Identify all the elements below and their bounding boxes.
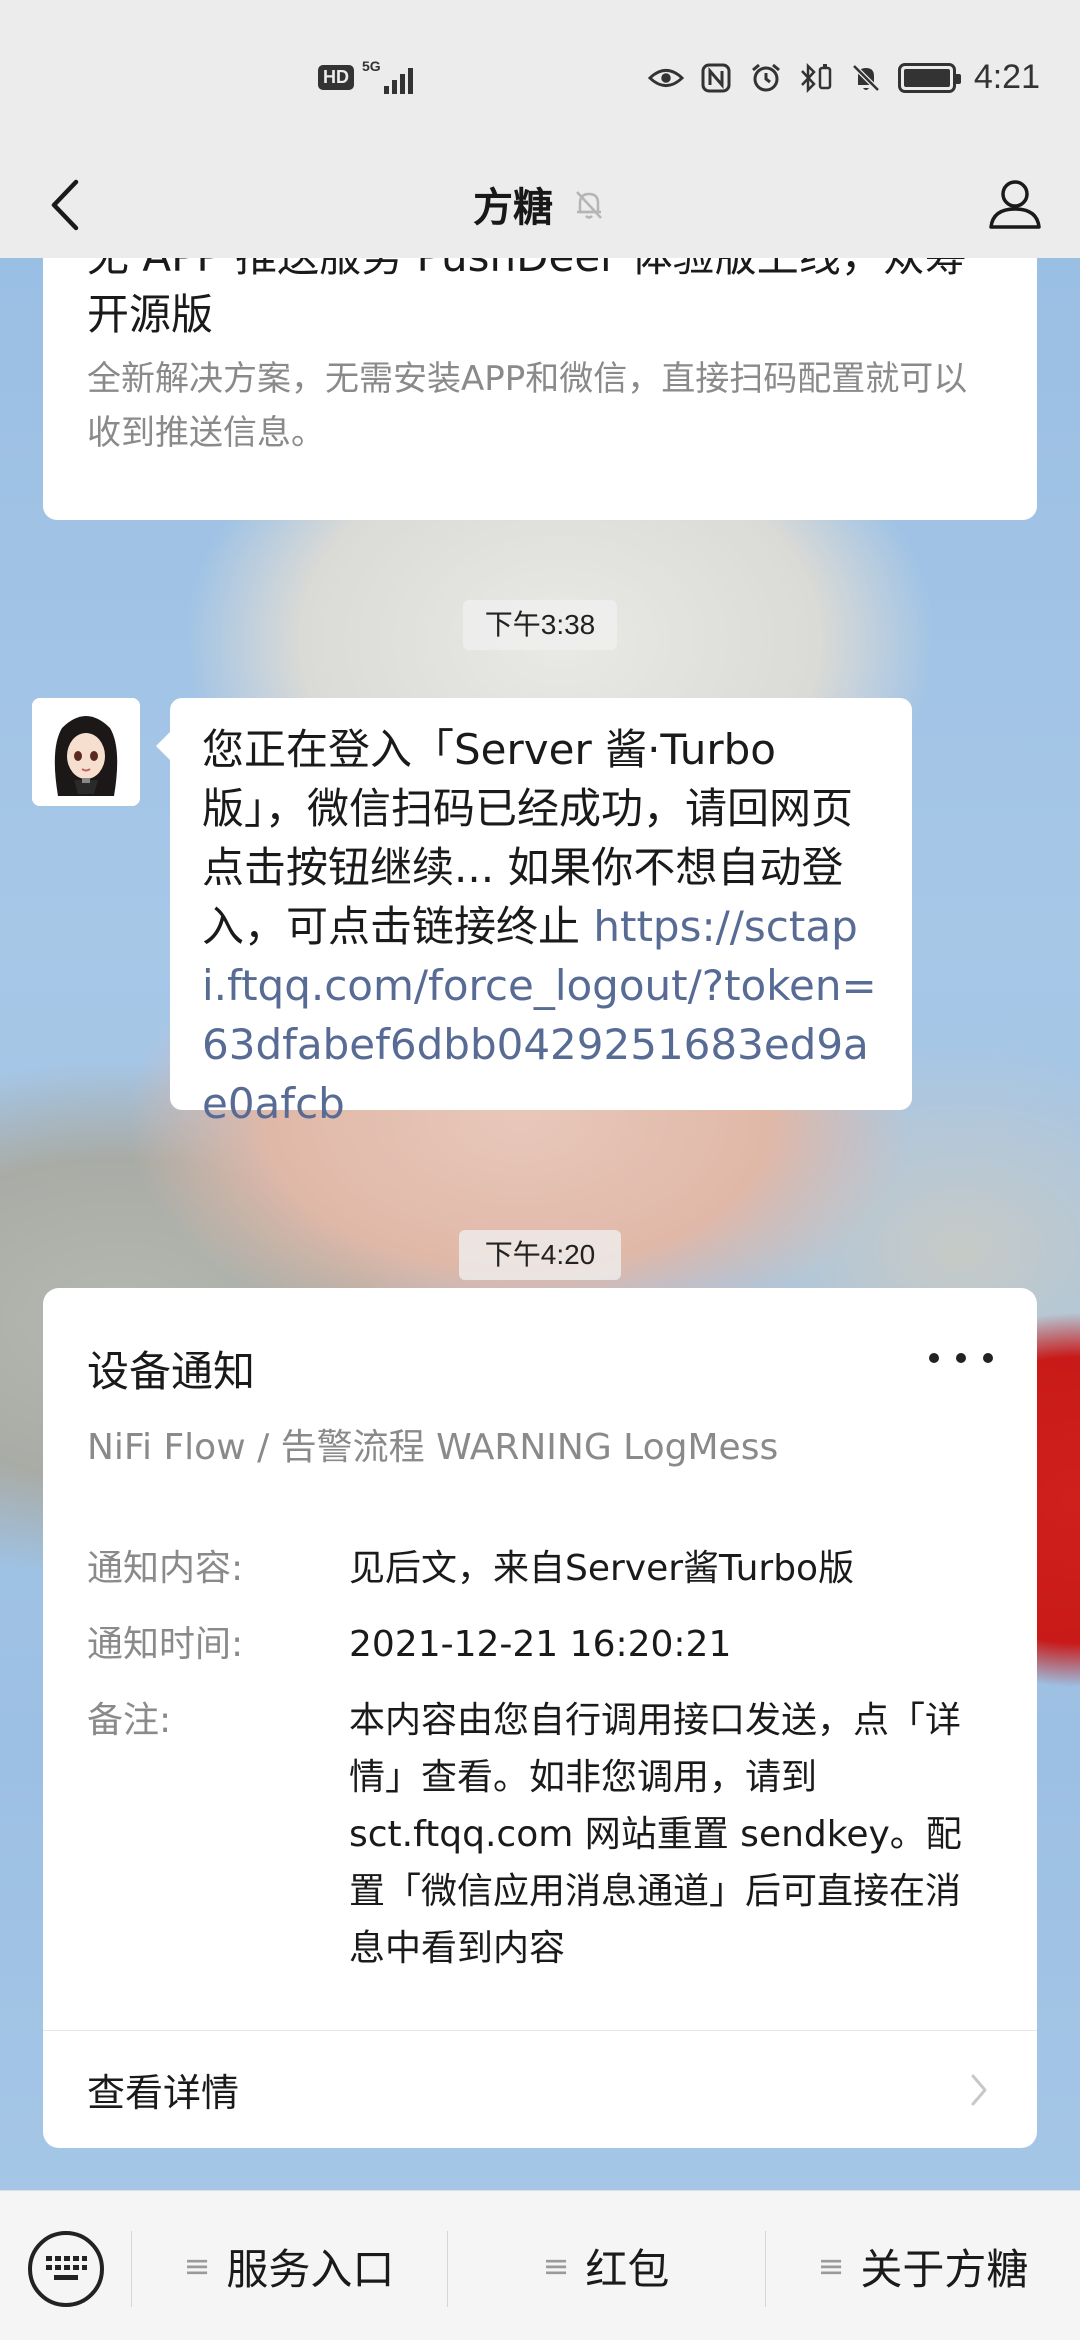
menu-about[interactable]: ≡ 关于方糖 xyxy=(766,2191,1080,2340)
avatar[interactable] xyxy=(32,698,140,806)
keyboard-icon xyxy=(46,2256,87,2280)
navigation-bar: 方糖 xyxy=(0,150,1080,258)
view-details-button[interactable]: 查看详情 xyxy=(43,2031,1037,2148)
menu-lines-icon: ≡ xyxy=(183,2247,211,2285)
page-title: 方糖 xyxy=(473,185,553,231)
menu-label: 红包 xyxy=(585,2244,670,2294)
field-value: 本内容由您自行调用接口发送，点「详情」查看。如非您调用，请到 sct.ftqq.… xyxy=(349,1700,962,1969)
chevron-right-icon xyxy=(971,2074,987,2105)
bluetooth-battery-icon xyxy=(798,60,834,96)
article-card[interactable]: 无 APP 推送服务 PushDeer 体验版上线，众筹开源版 全新解决方案，无… xyxy=(43,258,1037,520)
nfc-icon xyxy=(698,60,734,96)
person-icon xyxy=(989,180,1041,229)
hd-badge: HD xyxy=(318,64,354,90)
more-options-button[interactable] xyxy=(929,1338,993,1378)
eye-icon xyxy=(647,60,684,96)
field-label: 通知内容: xyxy=(87,1548,244,1589)
field-value: 2021-12-21 16:20:21 xyxy=(349,1624,732,1665)
menu-label: 关于方糖 xyxy=(860,2244,1029,2294)
battery-icon xyxy=(897,62,961,93)
keyboard-toggle-button[interactable] xyxy=(28,2231,104,2307)
notification-subtitle: NiFi Flow / 告警流程 WARNING LogMess xyxy=(87,1427,779,1468)
field-row-time: 通知时间: 2021-12-21 16:20:21 xyxy=(87,1616,993,1673)
field-row-remark: 备注: 本内容由您自行调用接口发送，点「详情」查看。如非您调用，请到 sct.f… xyxy=(87,1692,993,1977)
view-details-label: 查看详情 xyxy=(87,2071,240,2115)
menu-red-packet[interactable]: ≡ 红包 xyxy=(448,2191,764,2340)
message-bubble[interactable]: 您正在登入「Server 酱·Turbo 版」，微信扫码已经成功，请回网页点击按… xyxy=(156,698,912,1128)
article-card-description: 全新解决方案，无需安装APP和微信，直接扫码配置就可以收到推送信息。 xyxy=(87,359,968,453)
mute-icon xyxy=(848,60,884,96)
status-bar-left: HD 5G xyxy=(318,58,418,94)
menu-label: 服务入口 xyxy=(226,2244,395,2294)
field-row-content: 通知内容: 见后文，来自Server酱Turbo版 xyxy=(87,1540,993,1597)
chat-area[interactable]: 无 APP 推送服务 PushDeer 体验版上线，众筹开源版 全新解决方案，无… xyxy=(0,258,1080,2190)
clock: 4:21 xyxy=(973,58,1040,96)
status-bar: HD 5G 4:21 xyxy=(0,0,1080,150)
avatar-image xyxy=(32,698,140,806)
notification-card[interactable]: 设备通知 NiFi Flow / 告警流程 WARNING LogMess 通知… xyxy=(43,1288,1037,2148)
field-label: 备注: xyxy=(87,1700,172,1741)
profile-button[interactable] xyxy=(980,168,1050,238)
nav-title-group: 方糖 xyxy=(0,170,1080,238)
bell-muted-icon xyxy=(576,191,602,219)
notification-title: 设备通知 xyxy=(87,1347,256,1396)
field-label: 通知时间: xyxy=(87,1624,244,1665)
status-bar-right: 4:21 xyxy=(647,58,1040,97)
menu-lines-icon: ≡ xyxy=(542,2247,570,2285)
message-timestamp: 下午4:20 xyxy=(459,1230,621,1280)
menu-service-entry[interactable]: ≡ 服务入口 xyxy=(132,2191,446,2340)
article-card-title: 无 APP 推送服务 PushDeer 体验版上线，众筹开源版 xyxy=(87,258,967,339)
bottom-menu-bar: ≡ 服务入口 ≡ 红包 ≡ 关于方糖 xyxy=(0,2190,1080,2340)
menu-lines-icon: ≡ xyxy=(817,2247,845,2285)
field-value: 见后文，来自Server酱Turbo版 xyxy=(349,1548,855,1589)
network-type: 5G xyxy=(362,58,381,74)
alarm-icon xyxy=(748,60,784,96)
message-timestamp: 下午3:38 xyxy=(463,600,617,650)
signal-icon: 5G xyxy=(362,58,418,94)
